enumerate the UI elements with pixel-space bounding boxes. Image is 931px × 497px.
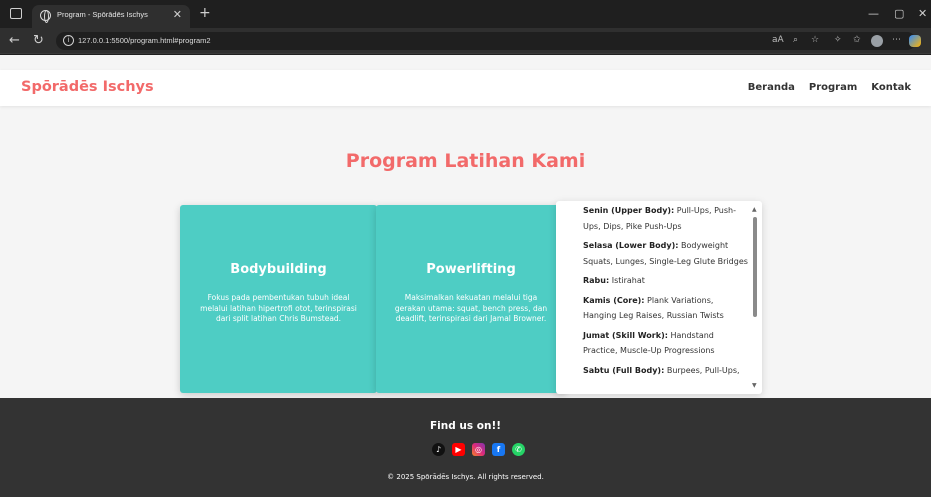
youtube-icon[interactable]: ▶	[452, 443, 465, 456]
globe-icon	[40, 10, 51, 23]
url-text: 127.0.0.1:5500/program.html#program2	[78, 36, 211, 45]
schedule-item: Kamis (Core): Plank Variations, Hanging …	[583, 295, 724, 321]
program-card-powerlifting[interactable]: Powerlifting Maksimalkan kekuatan melalu…	[376, 205, 566, 393]
copilot-icon[interactable]	[909, 35, 921, 47]
social-links: ♪ ▶ ◎ f ✆	[432, 443, 525, 456]
url-field[interactable]: i 127.0.0.1:5500/program.html#program2 a…	[56, 32, 921, 50]
minimize-icon[interactable]: —	[868, 7, 879, 20]
card-description: Fokus pada pembentukan tubuh ideal melal…	[200, 293, 357, 323]
card-title: Powerlifting	[426, 262, 516, 277]
site-info-icon[interactable]: i	[63, 35, 74, 46]
calisthenics-schedule-panel[interactable]: Senin (Upper Body): Pull-Ups, Push-Ups, …	[556, 201, 762, 394]
schedule-list: Senin (Upper Body): Pull-Ups, Push-Ups, …	[583, 203, 748, 382]
schedule-item: Jumat (Skill Work): Handstand Practice, …	[583, 330, 715, 356]
site-navbar: Spōrādēs Ischys Beranda Program Kontak	[0, 70, 931, 106]
more-icon[interactable]: ⋯	[892, 35, 901, 45]
site-footer: Find us on!! ♪ ▶ ◎ f ✆ © 2025 Spōrādēs I…	[0, 398, 931, 497]
new-tab-icon[interactable]: +	[199, 5, 211, 21]
nav-link-beranda[interactable]: Beranda	[748, 82, 795, 93]
instagram-icon[interactable]: ◎	[472, 443, 485, 456]
card-title: Bodybuilding	[230, 262, 327, 277]
favorites-icon[interactable]: ✩	[853, 35, 861, 45]
whatsapp-icon[interactable]: ✆	[512, 443, 525, 456]
back-icon[interactable]: ←	[9, 33, 20, 48]
facebook-icon[interactable]: f	[492, 443, 505, 456]
footer-heading: Find us on!!	[429, 420, 502, 432]
schedule-item: Sabtu (Full Body): Burpees, Pull-Ups,	[583, 365, 740, 375]
address-bar: ← ↻ i 127.0.0.1:5500/program.html#progra…	[0, 28, 931, 54]
schedule-item: Senin (Upper Body): Pull-Ups, Push-Ups, …	[583, 206, 736, 231]
nav-link-program[interactable]: Program	[809, 82, 857, 93]
favorite-star-icon[interactable]: ☆	[811, 35, 819, 45]
tiktok-icon[interactable]: ♪	[432, 443, 445, 456]
page-viewport: Spōrādēs Ischys Beranda Program Kontak P…	[0, 55, 931, 497]
refresh-icon[interactable]: ↻	[33, 33, 44, 48]
zoom-icon[interactable]: ⌕	[793, 35, 798, 45]
schedule-item: Rabu: Istirahat	[583, 276, 645, 285]
close-tab-icon[interactable]: ✕	[173, 8, 182, 21]
nav-link-kontak[interactable]: Kontak	[871, 82, 911, 93]
nav-links: Beranda Program Kontak	[748, 82, 911, 93]
scrollbar[interactable]: ▲ ▼	[752, 201, 760, 394]
read-aloud-icon[interactable]: aA	[772, 35, 784, 45]
window-menu-icon[interactable]	[10, 8, 22, 19]
scroll-up-icon[interactable]: ▲	[752, 206, 757, 213]
program-card-bodybuilding[interactable]: Bodybuilding Fokus pada pembentukan tubu…	[180, 205, 377, 393]
page-title: Program Latihan Kami	[345, 150, 586, 172]
schedule-item: Selasa (Lower Body): Bodyweight Squats, …	[583, 241, 748, 266]
browser-tab[interactable]: Program - Spōrādēs Ischys ✕	[32, 5, 190, 28]
copyright-text: © 2025 Spōrādēs Ischys. All rights reser…	[387, 473, 544, 481]
scroll-down-icon[interactable]: ▼	[752, 382, 757, 389]
card-description: Maksimalkan kekuatan melalui tiga geraka…	[394, 293, 548, 323]
tab-title: Program - Spōrādēs Ischys	[57, 10, 148, 19]
scrollbar-thumb[interactable]	[753, 217, 757, 317]
extensions-icon[interactable]: ✧	[834, 35, 842, 45]
browser-tab-bar: Program - Spōrādēs Ischys ✕ + — ▢ ✕	[0, 0, 931, 28]
profile-avatar[interactable]	[871, 35, 883, 47]
brand-logo[interactable]: Spōrādēs Ischys	[21, 79, 154, 95]
maximize-icon[interactable]: ▢	[894, 7, 904, 20]
close-window-icon[interactable]: ✕	[918, 7, 927, 20]
